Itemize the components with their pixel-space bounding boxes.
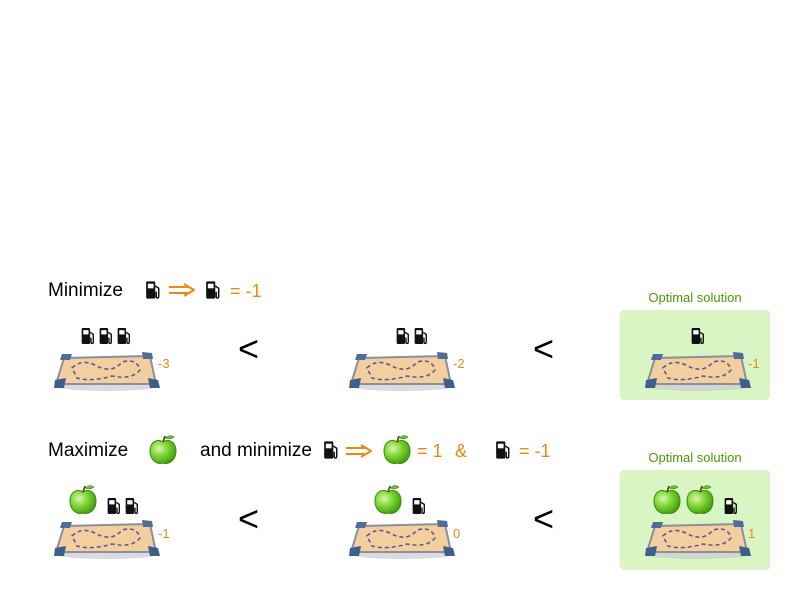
- fuel-pump-icon: [395, 327, 411, 345]
- optimal-solution-label: Optimal solution: [648, 290, 742, 305]
- fuel-pump-icon: [98, 327, 114, 345]
- solution-score: 1: [748, 526, 756, 541]
- fuel-pump-icon: [495, 440, 511, 460]
- fuel-pump-icon: [323, 440, 339, 460]
- fuel-pump-icon: [124, 497, 140, 515]
- fuel-pump-icon: [80, 327, 96, 345]
- solution-1-pumps: [106, 497, 140, 515]
- less-than-sign: <: [238, 498, 260, 539]
- apple-icon: [373, 484, 403, 516]
- solution-score: -1: [158, 526, 170, 541]
- map-icon: [52, 516, 162, 560]
- arrow-icon: [345, 444, 373, 458]
- apple-icon: [148, 434, 178, 466]
- fuel-pump-icon: [145, 280, 161, 300]
- solution-score: -1: [748, 356, 760, 371]
- fuel-pump-icon: [413, 327, 429, 345]
- row2-heading: Maximize: [48, 440, 129, 461]
- optimal-solution-label: Optimal solution: [648, 450, 742, 465]
- map-icon: [643, 516, 753, 560]
- ampersand: &: [455, 441, 468, 461]
- solution-1-pumps: [80, 327, 132, 345]
- fuel-pump-icon: [723, 497, 739, 515]
- solution-score: -2: [453, 356, 465, 371]
- row1-heading: Minimize: [48, 280, 123, 301]
- arrow-icon: [168, 283, 196, 297]
- less-than-sign: <: [533, 328, 555, 369]
- map-icon: [643, 348, 753, 392]
- solution-2-pumps: [395, 327, 429, 345]
- apple-icon: [685, 484, 715, 516]
- map-icon: [52, 348, 162, 392]
- apple-icon: [68, 484, 98, 516]
- pump-equation: = -1: [519, 441, 551, 461]
- solution-score: -3: [158, 356, 170, 371]
- fuel-pump-icon: [116, 327, 132, 345]
- fuel-pump-icon: [690, 327, 706, 345]
- less-than-sign: <: [533, 498, 555, 539]
- apple-equation: = 1: [417, 441, 443, 461]
- map-icon: [347, 348, 457, 392]
- solution-score: 0: [453, 526, 461, 541]
- and-minimize-label: and minimize: [200, 440, 312, 461]
- fuel-pump-icon: [411, 497, 427, 515]
- map-icon: [347, 516, 457, 560]
- less-than-sign: <: [238, 328, 260, 369]
- apple-icon: [652, 484, 682, 516]
- fuel-pump-icon: [205, 280, 221, 300]
- apple-icon: [382, 434, 412, 466]
- fuel-pump-icon: [106, 497, 122, 515]
- row1-equation: = -1: [230, 281, 262, 301]
